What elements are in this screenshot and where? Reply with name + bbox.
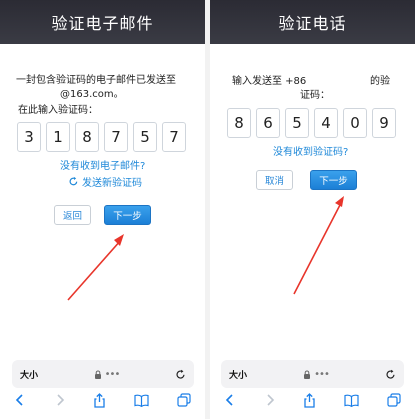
url-field[interactable]: ••• bbox=[247, 369, 385, 380]
address-bar[interactable]: 大小 ••• bbox=[12, 360, 194, 388]
annotation-arrow bbox=[67, 234, 124, 301]
text-size-button[interactable]: 大小 bbox=[229, 368, 247, 381]
chevron-left-icon[interactable] bbox=[224, 393, 236, 407]
browser-toolbar bbox=[0, 389, 205, 411]
url-text: ••• bbox=[314, 368, 330, 380]
browser-toolbar bbox=[210, 389, 415, 411]
tabs-icon[interactable] bbox=[177, 393, 191, 407]
text-size-button[interactable]: 大小 bbox=[20, 368, 38, 381]
chevron-right-icon[interactable] bbox=[264, 393, 276, 407]
url-text: ••• bbox=[104, 368, 121, 380]
chevron-left-icon[interactable] bbox=[14, 393, 26, 407]
tabs-icon[interactable] bbox=[387, 393, 401, 407]
lock-icon bbox=[304, 370, 311, 379]
reload-icon[interactable] bbox=[385, 369, 396, 380]
address-bar[interactable]: 大小 ••• bbox=[221, 360, 404, 388]
phone-verification-panel: 验证电话 输入发送至 +86 的验 证码： 8 6 5 4 0 9 没有收到验证… bbox=[210, 0, 415, 419]
annotation-arrow bbox=[293, 196, 344, 295]
book-icon[interactable] bbox=[134, 394, 149, 407]
reload-icon[interactable] bbox=[175, 369, 186, 380]
chevron-right-icon[interactable] bbox=[54, 393, 66, 407]
share-icon[interactable] bbox=[303, 392, 316, 408]
url-field[interactable]: ••• bbox=[38, 369, 175, 380]
book-icon[interactable] bbox=[344, 394, 359, 407]
email-verification-panel: 验证电子邮件 一封包含验证码的电子邮件已发送至 @163.com。 在此输入验证… bbox=[0, 0, 205, 419]
lock-icon bbox=[94, 370, 101, 379]
share-icon[interactable] bbox=[93, 392, 106, 408]
